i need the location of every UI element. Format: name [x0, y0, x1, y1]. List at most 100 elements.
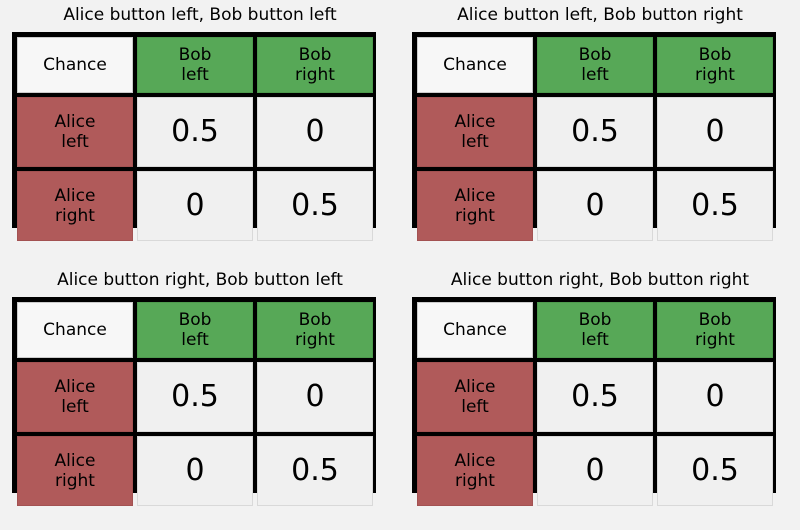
row-header-line2: left	[61, 397, 89, 417]
row-header-label: Alice right	[55, 186, 96, 226]
column-header-bob-right: Bob right	[657, 302, 773, 358]
table-cell-value: 0	[537, 436, 653, 506]
row-header-label: Alice right	[455, 186, 496, 226]
table-cell-value: 0	[257, 97, 373, 167]
panel-title: Alice button left, Bob button left	[63, 5, 337, 25]
panel-alice-right-bob-left: Alice button right, Bob button left Chan…	[0, 265, 400, 530]
table-cell-value: 0.5	[657, 436, 773, 506]
column-header-bob-right: Bob right	[657, 37, 773, 93]
column-header-line1: Bob	[178, 44, 212, 65]
row-header-line2: right	[455, 206, 495, 226]
column-header-line2: right	[695, 65, 735, 85]
row-header-line2: right	[55, 471, 95, 491]
table-corner-cell: Chance	[417, 302, 533, 358]
column-header-bob-left: Bob left	[537, 37, 653, 93]
row-header-alice-right: Alice right	[417, 436, 533, 506]
column-header-label: Bob right	[695, 310, 735, 350]
row-header-label: Alice left	[55, 112, 96, 152]
probability-table: Chance Bob left Bob right Alice left 0.5 0 …	[412, 297, 776, 506]
row-header-alice-right: Alice right	[17, 436, 133, 506]
row-header-line2: left	[61, 132, 89, 152]
column-header-label: Bob left	[179, 45, 212, 85]
row-header-label: Alice left	[55, 377, 96, 417]
panel-alice-left-bob-right: Alice button left, Bob button right Chan…	[400, 0, 800, 265]
row-header-line1: Alice	[454, 185, 496, 206]
column-header-line1: Bob	[178, 309, 212, 330]
row-header-line1: Alice	[454, 450, 496, 471]
panel-alice-right-bob-right: Alice button right, Bob button right Cha…	[400, 265, 800, 530]
panel-grid: Alice button left, Bob button left Chanc…	[0, 0, 800, 530]
column-header-label: Bob right	[695, 45, 735, 85]
column-header-line2: left	[181, 65, 209, 85]
column-header-line1: Bob	[298, 44, 332, 65]
panel-title: Alice button right, Bob button left	[57, 270, 343, 290]
column-header-line1: Bob	[298, 309, 332, 330]
panel-title: Alice button left, Bob button right	[457, 5, 743, 25]
row-header-alice-left: Alice left	[417, 97, 533, 167]
table-cell-value: 0.5	[537, 97, 653, 167]
probability-table: Chance Bob left Bob right Alice left 0.5 0 …	[412, 32, 776, 241]
table-cell-value: 0	[657, 362, 773, 432]
row-header-line1: Alice	[454, 376, 496, 397]
table-cell-value: 0	[137, 436, 253, 506]
corner-label: Chance	[443, 54, 507, 75]
row-header-line2: right	[455, 471, 495, 491]
column-header-line2: right	[295, 330, 335, 350]
column-header-bob-left: Bob left	[537, 302, 653, 358]
row-header-line1: Alice	[54, 185, 96, 206]
corner-label: Chance	[43, 54, 107, 75]
row-header-alice-right: Alice right	[17, 171, 133, 241]
column-header-line2: left	[581, 330, 609, 350]
table-corner-cell: Chance	[17, 37, 133, 93]
table-cell-value: 0.5	[537, 362, 653, 432]
row-header-alice-left: Alice left	[17, 362, 133, 432]
panel-title: Alice button right, Bob button right	[450, 270, 750, 290]
row-header-line1: Alice	[454, 111, 496, 132]
corner-label: Chance	[443, 319, 507, 340]
table-cell-value: 0.5	[257, 171, 373, 241]
column-header-bob-left: Bob left	[137, 37, 253, 93]
row-header-line2: right	[55, 206, 95, 226]
table-corner-cell: Chance	[17, 302, 133, 358]
corner-label: Chance	[43, 319, 107, 340]
row-header-label: Alice right	[455, 451, 496, 491]
column-header-label: Bob right	[295, 310, 335, 350]
column-header-line2: left	[581, 65, 609, 85]
probability-table: Chance Bob left Bob right Alice left 0.5 0 …	[12, 297, 376, 506]
row-header-line1: Alice	[54, 111, 96, 132]
row-header-line2: left	[461, 132, 489, 152]
row-header-alice-left: Alice left	[417, 362, 533, 432]
table-cell-value: 0.5	[657, 171, 773, 241]
row-header-line1: Alice	[54, 376, 96, 397]
column-header-line1: Bob	[578, 44, 612, 65]
panel-alice-left-bob-left: Alice button left, Bob button left Chanc…	[0, 0, 400, 265]
column-header-line2: right	[695, 330, 735, 350]
column-header-line2: left	[181, 330, 209, 350]
column-header-bob-right: Bob right	[257, 37, 373, 93]
row-header-line2: left	[461, 397, 489, 417]
row-header-label: Alice right	[55, 451, 96, 491]
row-header-label: Alice left	[455, 377, 496, 417]
row-header-label: Alice left	[455, 112, 496, 152]
table-cell-value: 0.5	[137, 97, 253, 167]
column-header-label: Bob left	[579, 310, 612, 350]
column-header-line1: Bob	[698, 44, 732, 65]
column-header-bob-right: Bob right	[257, 302, 373, 358]
column-header-line2: right	[295, 65, 335, 85]
column-header-line1: Bob	[698, 309, 732, 330]
row-header-alice-left: Alice left	[17, 97, 133, 167]
table-cell-value: 0	[657, 97, 773, 167]
table-corner-cell: Chance	[417, 37, 533, 93]
row-header-line1: Alice	[54, 450, 96, 471]
column-header-label: Bob left	[579, 45, 612, 85]
table-cell-value: 0	[137, 171, 253, 241]
column-header-line1: Bob	[578, 309, 612, 330]
table-cell-value: 0.5	[257, 436, 373, 506]
column-header-label: Bob right	[295, 45, 335, 85]
table-cell-value: 0	[537, 171, 653, 241]
column-header-label: Bob left	[179, 310, 212, 350]
row-header-alice-right: Alice right	[417, 171, 533, 241]
column-header-bob-left: Bob left	[137, 302, 253, 358]
table-cell-value: 0	[257, 362, 373, 432]
table-cell-value: 0.5	[137, 362, 253, 432]
